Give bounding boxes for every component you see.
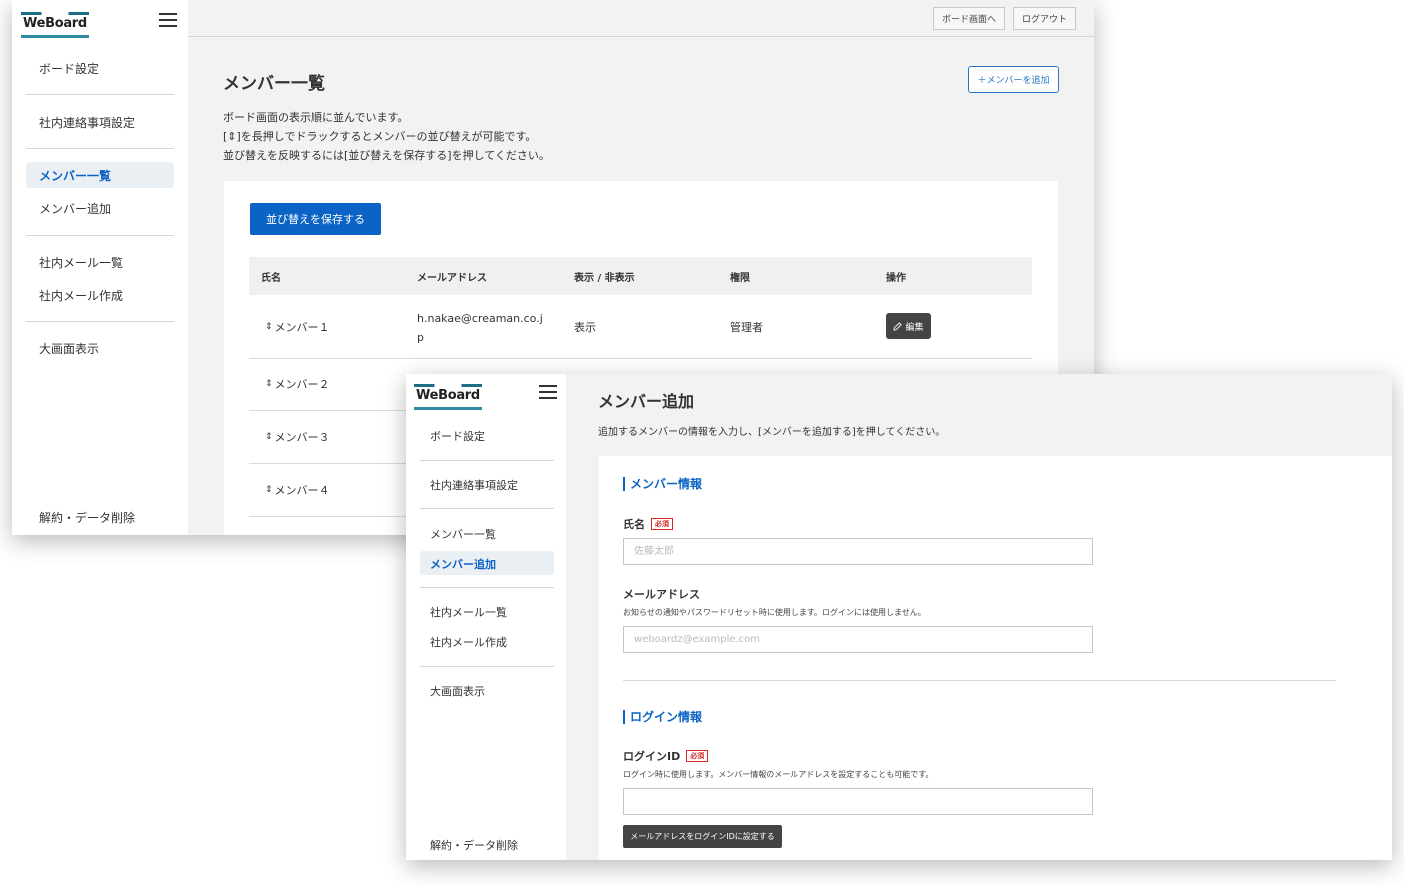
column-header-email: メールアドレス <box>417 272 487 284</box>
description-line: [⇕]を長押しでドラックするとメンバーの並び替えが可能です。 <box>223 130 537 143</box>
hamburger-menu-icon[interactable] <box>539 385 557 399</box>
section-title-member-info: メンバー情報 <box>623 477 702 491</box>
divider <box>26 235 174 236</box>
sidebar: WeBoard ボード設定 社内連絡事項設定 メンバー一覧 メンバー追加 社内メ… <box>406 374 566 860</box>
column-header-role: 権限 <box>730 272 750 284</box>
pencil-icon <box>893 321 903 331</box>
email-hint: お知らせの通知やパスワードリセット時に使用します。ログインには使用しません。 <box>623 608 926 617</box>
logout-button[interactable]: ログアウト <box>1013 7 1076 30</box>
top-bar: ボード画面へ ログアウト <box>188 0 1094 37</box>
weboard-logo[interactable]: WeBoard <box>21 12 89 38</box>
add-member-button[interactable]: ＋メンバーを追加 <box>968 66 1059 93</box>
drag-icon: ⇕ <box>265 322 273 332</box>
sidebar-item-notice-settings[interactable]: 社内連絡事項設定 <box>39 114 135 131</box>
email-label: メールアドレス <box>623 588 700 601</box>
page-description: ボード画面の表示順に並んでいます。 [⇕]を長押しでドラックするとメンバーの並び… <box>223 108 550 165</box>
column-header-name: 氏名 <box>261 272 281 284</box>
section-title-login-info: ログイン情報 <box>623 710 702 724</box>
sidebar-item-large-display[interactable]: 大画面表示 <box>430 683 485 699</box>
divider <box>420 587 554 588</box>
sidebar-item-cancel-delete[interactable]: 解約・データ削除 <box>39 509 135 526</box>
login-id-label-text: ログインID <box>623 750 681 763</box>
edit-button-label: 編集 <box>905 322 924 333</box>
drag-handle[interactable]: ⇕ メンバー４ <box>265 482 330 498</box>
sidebar-item-mail-list[interactable]: 社内メール一覧 <box>430 604 507 620</box>
member-name: メンバー２ <box>274 378 330 391</box>
drag-handle[interactable]: ⇕ メンバー１ <box>265 319 330 335</box>
member-name: メンバー３ <box>274 431 330 444</box>
member-add-window: WeBoard ボード設定 社内連絡事項設定 メンバー一覧 メンバー追加 社内メ… <box>406 374 1392 860</box>
save-order-button[interactable]: 並び替えを保存する <box>250 203 381 235</box>
email-line: p <box>417 331 424 344</box>
member-name: メンバー１ <box>274 321 330 334</box>
divider <box>420 508 554 509</box>
drag-handle[interactable]: ⇕ メンバー３ <box>265 429 330 445</box>
sidebar-item-notice-settings[interactable]: 社内連絡事項設定 <box>430 477 518 493</box>
divider <box>26 321 174 322</box>
divider <box>420 666 554 667</box>
name-input[interactable] <box>623 538 1093 565</box>
sidebar-item-cancel-delete[interactable]: 解約・データ削除 <box>430 837 518 853</box>
hamburger-menu-icon[interactable] <box>159 13 177 27</box>
sidebar-item-mail-list[interactable]: 社内メール一覧 <box>39 254 123 271</box>
member-name: メンバー４ <box>274 484 330 497</box>
section-divider <box>623 680 1336 681</box>
sidebar-item-board-settings[interactable]: ボード設定 <box>430 428 485 444</box>
sidebar-item-member-list[interactable]: メンバー一覧 <box>430 526 496 542</box>
member-email: h.nakae@creaman.co.j p <box>417 309 543 347</box>
page-title: メンバー追加 <box>598 392 695 411</box>
email-line: h.nakae@creaman.co.j <box>417 312 543 325</box>
table-row: ⇕ メンバー１ h.nakae@creaman.co.j p 表示 管理者 編集 <box>249 295 1032 359</box>
edit-button[interactable]: 編集 <box>886 313 931 339</box>
login-id-label: ログインID 必須 <box>623 748 709 764</box>
login-id-input[interactable] <box>623 788 1093 815</box>
sidebar: WeBoard ボード設定 社内連絡事項設定 メンバー一覧 メンバー追加 社内メ… <box>12 0 188 535</box>
drag-handle[interactable]: ⇕ メンバー２ <box>265 376 330 392</box>
divider <box>420 460 554 461</box>
sidebar-item-mail-create[interactable]: 社内メール作成 <box>39 287 123 304</box>
member-role: 管理者 <box>730 321 763 334</box>
page-title: メンバー一覧 <box>223 74 325 94</box>
board-view-button[interactable]: ボード画面へ <box>933 7 1005 30</box>
login-id-hint: ログイン時に使用します。メンバー情報のメールアドレスを設定することも可能です。 <box>623 770 934 779</box>
table-header: 氏名 メールアドレス 表示 / 非表示 権限 操作 <box>249 257 1032 295</box>
sidebar-item-large-display[interactable]: 大画面表示 <box>39 340 99 357</box>
name-label: 氏名 必須 <box>623 516 673 532</box>
description-line: 並び替えを反映するには[並び替えを保存する]を押してください。 <box>223 149 550 162</box>
weboard-logo[interactable]: WeBoard <box>414 384 482 410</box>
sidebar-item-member-add[interactable]: メンバー追加 <box>39 200 111 217</box>
sidebar-item-mail-create[interactable]: 社内メール作成 <box>430 634 507 650</box>
description-line: ボード画面の表示順に並んでいます。 <box>223 111 409 124</box>
member-visibility: 表示 <box>574 321 596 334</box>
column-header-actions: 操作 <box>886 272 906 284</box>
divider <box>26 148 174 149</box>
page-description: 追加するメンバーの情報を入力し、[メンバーを追加する]を押してください。 <box>598 427 946 438</box>
set-email-as-login-id-button[interactable]: メールアドレスをログインIDに設定する <box>623 825 782 848</box>
required-badge: 必須 <box>686 750 709 762</box>
required-badge: 必須 <box>651 518 673 530</box>
sidebar-item-board-settings[interactable]: ボード設定 <box>39 60 99 77</box>
column-header-visibility: 表示 / 非表示 <box>574 272 635 284</box>
drag-icon: ⇕ <box>265 379 273 389</box>
sidebar-item-member-list[interactable]: メンバー一覧 <box>26 162 174 188</box>
drag-icon: ⇕ <box>265 432 273 442</box>
drag-icon: ⇕ <box>265 485 273 495</box>
sidebar-item-member-add[interactable]: メンバー追加 <box>420 551 554 575</box>
email-input[interactable] <box>623 626 1093 653</box>
name-label-text: 氏名 <box>623 518 645 531</box>
divider <box>26 94 174 95</box>
